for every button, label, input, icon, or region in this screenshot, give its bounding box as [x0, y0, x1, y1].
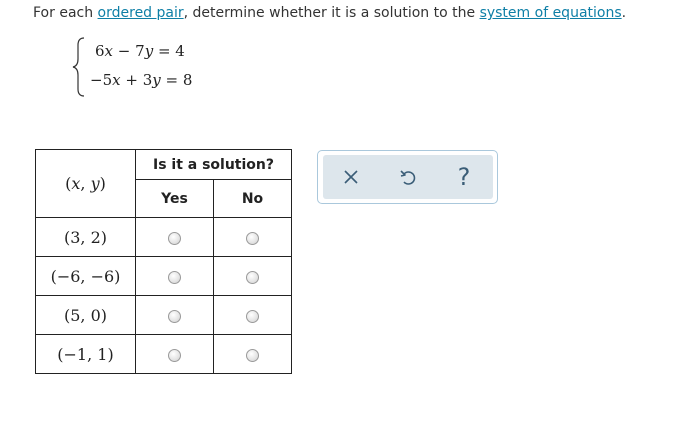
no-radio[interactable]	[246, 231, 259, 245]
toolbox-button-bar: ?	[323, 155, 493, 199]
ordered-pair-link[interactable]: ordered pair	[98, 5, 184, 21]
left-brace	[72, 37, 85, 97]
ordered-pair-cell: (−1, 1)	[35, 334, 136, 374]
system-of-equations-link[interactable]: system of equations	[480, 5, 622, 21]
yes-radio[interactable]	[168, 231, 181, 245]
yes-radio[interactable]	[168, 348, 181, 362]
solution-table: (x, y) Is it a solution? Yes No (3, 2) (…	[35, 149, 292, 374]
solution-question-header: Is it a solution?	[135, 149, 292, 180]
answer-toolbox: ?	[317, 150, 498, 204]
no-radio[interactable]	[246, 348, 259, 362]
yes-radio[interactable]	[168, 309, 181, 323]
no-column-header: No	[213, 179, 292, 218]
instruction-part: For each	[33, 5, 98, 21]
undo-icon	[400, 170, 416, 185]
equation-system: 6x − 7y = 4 −5x + 3y = 8	[72, 36, 212, 98]
no-radio[interactable]	[246, 270, 259, 284]
help-button[interactable]: ?	[444, 155, 484, 199]
yes-column-header: Yes	[135, 179, 214, 218]
undo-button[interactable]	[388, 155, 428, 199]
instruction-part: , determine whether it is a solution to …	[183, 5, 480, 21]
table-row: (5, 0)	[35, 295, 292, 335]
instruction-text: For each ordered pair, determine whether…	[33, 4, 626, 22]
equation-2: −5x + 3y = 8	[90, 71, 193, 89]
ordered-pair-cell: (3, 2)	[35, 217, 136, 257]
table-row: (−1, 1)	[35, 334, 292, 374]
equation-1: 6x − 7y = 4	[95, 42, 185, 60]
pair-column-header: (x, y)	[35, 149, 136, 218]
table-row: (3, 2)	[35, 217, 292, 257]
clear-button[interactable]	[331, 155, 371, 199]
yes-radio[interactable]	[168, 270, 181, 284]
x-icon	[344, 170, 358, 184]
ordered-pair-cell: (5, 0)	[35, 295, 136, 335]
table-row: (−6, −6)	[35, 256, 292, 296]
no-radio[interactable]	[246, 309, 259, 323]
ordered-pair-cell: (−6, −6)	[35, 256, 136, 296]
instruction-part: .	[621, 5, 627, 21]
